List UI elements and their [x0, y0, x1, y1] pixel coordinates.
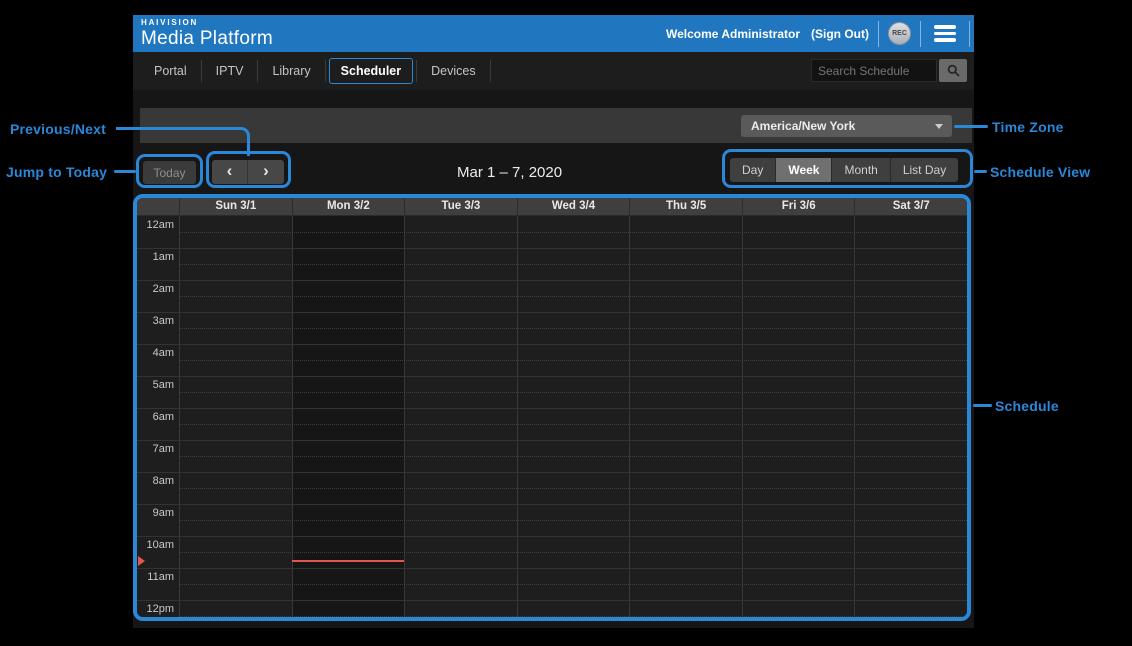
- hamburger-menu-icon[interactable]: [930, 25, 960, 42]
- search-button[interactable]: [939, 59, 967, 82]
- next-button[interactable]: ›: [248, 160, 284, 184]
- day-header: Wed 3/4: [517, 198, 630, 215]
- day-header: Thu 3/5: [629, 198, 742, 215]
- timezone-value: America/New York: [751, 119, 855, 133]
- previous-button[interactable]: ‹: [212, 160, 248, 184]
- day-header: Sun 3/1: [179, 198, 292, 215]
- annotation-jump-to-today: Jump to Today: [6, 164, 107, 180]
- annotation-connector: [974, 170, 987, 173]
- brand-haivision: HAIVISION: [141, 19, 273, 27]
- brand-logo: HAIVISION Media Platform: [141, 19, 273, 48]
- tab-divider: [257, 60, 258, 82]
- day-column[interactable]: [292, 216, 405, 617]
- day-column[interactable]: [629, 216, 742, 617]
- timezone-dropdown[interactable]: America/New York: [741, 115, 952, 137]
- tab-portal[interactable]: Portal: [143, 59, 198, 83]
- annotation-schedule-view: Schedule View: [990, 164, 1090, 180]
- tab-library[interactable]: Library: [261, 59, 321, 83]
- nav-tabs: Portal IPTVLibrary Scheduler Devices: [143, 52, 494, 90]
- day-column[interactable]: [742, 216, 855, 617]
- view-button-month[interactable]: Month: [832, 158, 890, 182]
- header-divider: [920, 21, 921, 47]
- brand-media-platform: Media Platform: [141, 29, 273, 48]
- date-range-title: Mar 1 – 7, 2020: [457, 164, 562, 181]
- rec-badge[interactable]: REC: [888, 22, 911, 45]
- app-header: HAIVISION Media Platform Welcome Adminis…: [133, 15, 974, 52]
- schedule-view-switcher: DayWeekMonthList Day: [730, 158, 958, 182]
- day-header: Fri 3/6: [742, 198, 855, 215]
- schedule-body: 12am1am2am3am4am5am6am7am8am9am10am11am1…: [137, 216, 967, 617]
- tab-scheduler[interactable]: Scheduler: [329, 58, 413, 84]
- tab-divider: [416, 60, 417, 82]
- day-header-row: Sun 3/1Mon 3/2Tue 3/3Wed 3/4Thu 3/5Fri 3…: [137, 198, 967, 216]
- tab-divider: [490, 60, 491, 82]
- tab-divider: [325, 60, 326, 82]
- view-button-list-day[interactable]: List Day: [891, 158, 958, 182]
- search-input[interactable]: [811, 59, 937, 82]
- annotation-schedule: Schedule: [995, 398, 1059, 414]
- annotation-previous-next: Previous/Next: [10, 121, 106, 137]
- day-columns: [137, 216, 967, 617]
- tab-iptv[interactable]: IPTV: [205, 59, 255, 83]
- search-icon: [947, 64, 960, 77]
- view-button-week[interactable]: Week: [776, 158, 832, 182]
- annotation-connector: [973, 404, 992, 407]
- annotation-time-zone: Time Zone: [992, 119, 1064, 135]
- day-column[interactable]: [854, 216, 967, 617]
- sign-out-link[interactable]: (Sign Out): [811, 27, 869, 41]
- tab-divider: [201, 60, 202, 82]
- time-gutter: [137, 216, 179, 617]
- day-column[interactable]: [517, 216, 630, 617]
- time-gutter-header: [137, 198, 179, 215]
- welcome-text: Welcome Administrator: [666, 27, 800, 41]
- day-column[interactable]: [404, 216, 517, 617]
- day-column[interactable]: [179, 216, 292, 617]
- header-right: Welcome Administrator (Sign Out) REC: [666, 15, 970, 52]
- header-divider: [969, 21, 970, 47]
- day-header: Mon 3/2: [292, 198, 405, 215]
- timezone-bar: America/New York: [140, 108, 972, 143]
- search-area: [811, 59, 967, 82]
- tab-devices[interactable]: Devices: [420, 59, 486, 83]
- header-divider: [878, 21, 879, 47]
- chevron-down-icon: [935, 124, 943, 129]
- nav-bar: Portal IPTVLibrary Scheduler Devices: [133, 52, 974, 90]
- schedule-grid: Sun 3/1Mon 3/2Tue 3/3Wed 3/4Thu 3/5Fri 3…: [133, 194, 971, 621]
- day-header: Tue 3/3: [404, 198, 517, 215]
- day-header: Sat 3/7: [854, 198, 967, 215]
- screenshot-canvas: HAIVISION Media Platform Welcome Adminis…: [0, 0, 1132, 646]
- prev-next-group: ‹ ›: [212, 160, 284, 184]
- today-button[interactable]: Today: [143, 161, 196, 184]
- view-button-day[interactable]: Day: [730, 158, 776, 182]
